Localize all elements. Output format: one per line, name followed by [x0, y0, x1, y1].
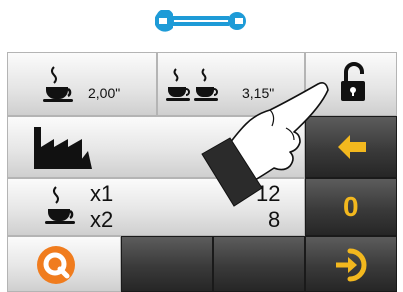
header — [0, 0, 403, 52]
counter-label-single: x1 — [90, 181, 114, 206]
enter-button[interactable] — [305, 236, 397, 292]
wrench-icon — [155, 10, 246, 32]
empty-slot-1 — [121, 236, 213, 292]
factory-icon — [34, 127, 92, 169]
cup-icon — [43, 66, 73, 102]
single-dose-value: 2,00" — [88, 85, 121, 101]
pointing-hand-illustration — [201, 82, 329, 207]
counter-value-double: 8 — [268, 207, 281, 232]
single-dose-button[interactable]: 2,00" — [7, 52, 157, 116]
cup-icon — [45, 186, 75, 224]
empty-slot-2 — [213, 236, 305, 292]
q-logo-icon — [37, 246, 75, 284]
logo-button[interactable] — [7, 236, 121, 292]
login-icon — [336, 248, 367, 282]
counter-label-double: x2 — [90, 207, 114, 232]
